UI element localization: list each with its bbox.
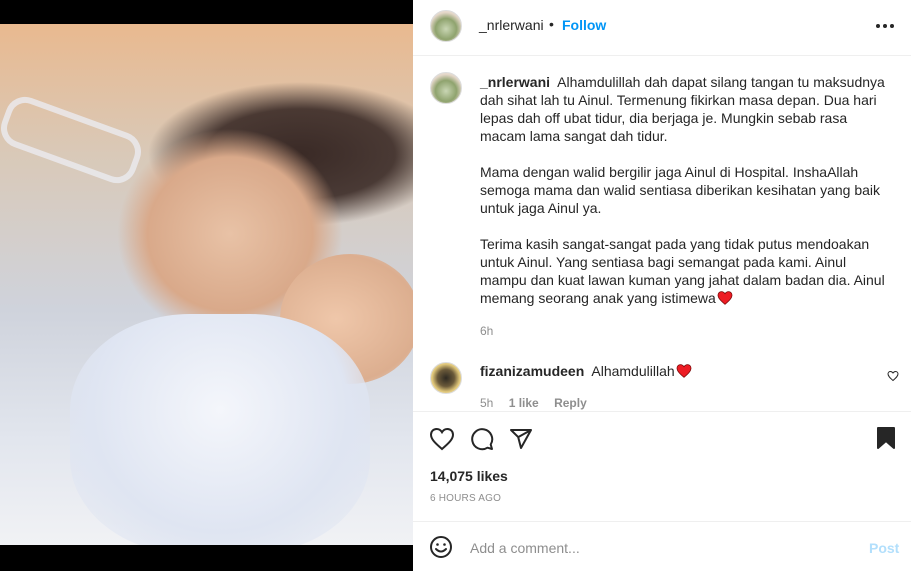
post-media <box>0 0 413 571</box>
red-heart-icon <box>676 364 692 378</box>
heart-icon[interactable] <box>429 427 455 451</box>
comment-input[interactable] <box>468 536 852 560</box>
comment-icon[interactable] <box>470 427 494 451</box>
reply-button[interactable]: Reply <box>554 396 587 410</box>
post-photo[interactable] <box>0 24 413 545</box>
caption-username[interactable]: _nrlerwani <box>480 74 550 90</box>
follow-button[interactable]: Follow <box>562 17 606 33</box>
photo-tube <box>0 91 147 189</box>
comment-time[interactable]: 5h <box>480 396 493 410</box>
caption-time[interactable]: 6h <box>480 324 493 338</box>
red-heart-icon <box>717 291 733 305</box>
comment-composer: Post <box>413 521 911 571</box>
comment-meta: 5h 1 like Reply <box>480 396 599 410</box>
post-sidebar: _nrlerwani • Follow _nrlerwani Alhamduli… <box>413 0 911 571</box>
post-timestamp[interactable]: 6 HOURS AGO <box>430 493 501 504</box>
likes-count[interactable]: 14,075 likes <box>430 468 508 484</box>
comments-section: _nrlerwani Alhamdulillah dah dapat silan… <box>413 56 911 411</box>
comment-likes[interactable]: 1 like <box>509 396 539 410</box>
more-options-icon[interactable] <box>871 12 899 40</box>
caption-text: _nrlerwani Alhamdulillah dah dapat silan… <box>480 73 890 325</box>
comment-heart-icon[interactable] <box>887 370 899 382</box>
comment-text: fizanizamudeen Alhamdulillah <box>480 363 860 379</box>
emoji-icon[interactable] <box>429 535 453 559</box>
post-button[interactable]: Post <box>869 540 899 556</box>
post-header: _nrlerwani • Follow <box>413 0 911 56</box>
author-avatar[interactable] <box>430 10 462 42</box>
caption-avatar[interactable] <box>430 72 462 104</box>
bookmark-icon[interactable] <box>875 426 897 450</box>
comment-body: Alhamdulillah <box>591 363 675 379</box>
caption-paragraph-2: Mama dengan walid bergilir jaga Ainul di… <box>480 164 881 216</box>
commenter-avatar[interactable] <box>430 362 462 394</box>
commenter-username[interactable]: fizanizamudeen <box>480 363 584 379</box>
header-separator: • <box>549 16 554 32</box>
caption-paragraph-3: Terima kasih sangat-sangat pada yang tid… <box>480 236 885 306</box>
share-icon[interactable] <box>509 427 533 451</box>
action-bar: 14,075 likes 6 HOURS AGO <box>413 411 911 521</box>
author-username[interactable]: _nrlerwani <box>479 17 544 33</box>
photo-blanket <box>70 314 370 545</box>
